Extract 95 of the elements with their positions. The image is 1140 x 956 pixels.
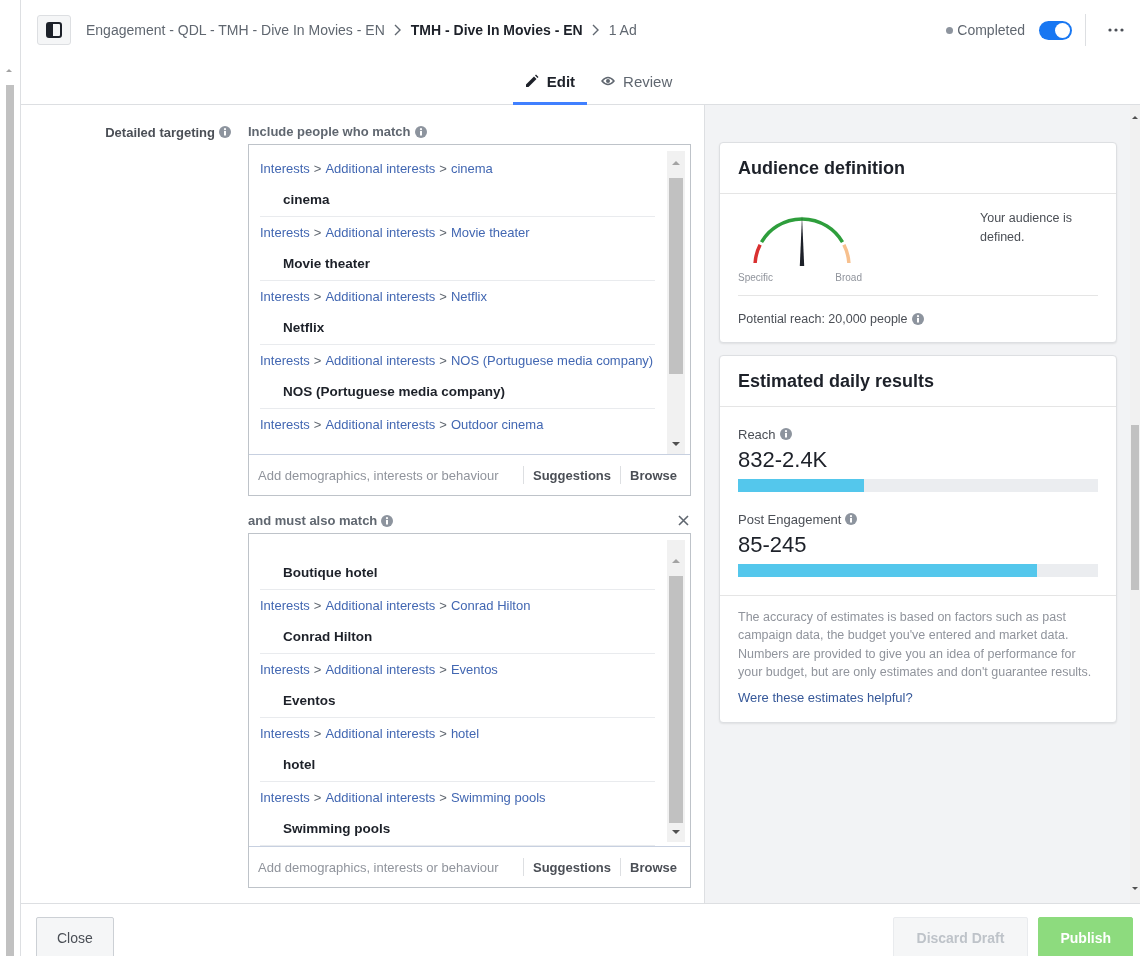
category-link[interactable]: Interests — [260, 598, 310, 613]
potential-reach: Potential reach: 20,000 people — [738, 312, 908, 326]
interest-name: hotel — [283, 757, 316, 772]
category-link[interactable]: Conrad Hilton — [450, 598, 531, 613]
category-link[interactable]: Additional interests — [325, 353, 436, 368]
info-icon — [381, 514, 394, 527]
path-separator: > — [313, 161, 322, 176]
category-link[interactable]: Interests — [260, 353, 310, 368]
path-separator: > — [313, 417, 322, 432]
path-separator: > — [313, 289, 322, 304]
pencil-icon — [524, 74, 539, 88]
category-link[interactable]: Additional interests — [325, 790, 436, 805]
category-link[interactable]: Additional interests — [325, 289, 436, 304]
gauge-label: Broad — [835, 272, 862, 283]
path-separator: > — [439, 417, 447, 432]
interest-name: Eventos — [283, 693, 336, 708]
interest-name: Swimming pools — [283, 821, 391, 836]
category-link[interactable]: Interests — [260, 417, 310, 432]
action-link[interactable]: Suggestions — [533, 467, 611, 483]
gauge-label: Specific — [738, 272, 773, 283]
category-link[interactable]: hotel — [450, 726, 480, 741]
category-link[interactable]: Swimming pools — [450, 790, 546, 805]
sidebar-icon — [46, 22, 62, 38]
path-separator: > — [313, 790, 322, 805]
eye-icon — [601, 75, 616, 87]
section-heading: Include people who match — [248, 124, 411, 139]
action-link[interactable]: Browse — [630, 467, 677, 483]
category-link[interactable]: Additional interests — [325, 662, 436, 677]
metric-value: 85-245 — [738, 532, 808, 558]
category-link[interactable]: Movie theater — [450, 225, 530, 240]
category-link[interactable]: Outdoor cinema — [450, 417, 544, 432]
action-link[interactable]: Suggestions — [533, 859, 611, 875]
path-separator: > — [313, 353, 322, 368]
audience-message: Your audience is defined. — [980, 210, 1073, 246]
close-button[interactable]: Close — [36, 917, 114, 956]
interest-name: Movie theater — [283, 256, 371, 271]
path-separator: > — [439, 726, 447, 741]
more-icon — [1108, 28, 1124, 32]
info-icon — [219, 126, 231, 138]
path-separator: > — [313, 598, 322, 613]
toggle-switch[interactable] — [1039, 20, 1072, 40]
category-link[interactable]: Interests — [260, 726, 310, 741]
info-icon — [414, 125, 427, 138]
path-separator: > — [439, 225, 447, 240]
path-separator: > — [313, 225, 322, 240]
interest-name: Boutique hotel — [283, 565, 378, 580]
category-link[interactable]: Interests — [260, 662, 310, 677]
path-separator: > — [439, 790, 447, 805]
category-link[interactable]: Netflix — [450, 289, 487, 304]
interest-name: Netflix — [283, 320, 325, 335]
category-link[interactable]: Interests — [260, 289, 310, 304]
category-link[interactable]: NOS (Portuguese media company) — [450, 353, 654, 368]
chevron-icon — [393, 24, 402, 36]
interest-name: Conrad Hilton — [283, 629, 373, 644]
breadcrumb-link[interactable]: Engagement - QDL - TMH - Dive In Movies - EN — [86, 22, 385, 38]
category-link[interactable]: Eventos — [450, 662, 498, 677]
feedback-link[interactable]: Were these estimates helpful? — [738, 690, 913, 706]
info-icon — [845, 513, 858, 525]
action-link[interactable]: Browse — [630, 859, 677, 875]
field-label: Detailed targeting — [105, 124, 215, 140]
path-separator: > — [439, 161, 447, 176]
path-separator: > — [439, 289, 447, 304]
card-title: Audience definition — [720, 143, 1116, 194]
tab[interactable]: Review — [589, 60, 685, 105]
breadcrumb-link[interactable]: TMH - Dive In Movies - EN — [410, 22, 583, 38]
category-link[interactable]: Additional interests — [325, 726, 436, 741]
metric-label: Reach — [738, 426, 776, 442]
info-icon — [779, 428, 792, 440]
card-title: Estimated daily results — [720, 356, 1116, 407]
chevron-icon — [591, 24, 600, 36]
metric-value: 832-2.4K — [738, 447, 829, 473]
interest-name: cinema — [283, 192, 330, 207]
category-link[interactable]: Additional interests — [325, 225, 436, 240]
path-separator: > — [313, 726, 322, 741]
interest-name: NOS (Portuguese media company) — [283, 384, 506, 399]
category-link[interactable]: Additional interests — [325, 598, 436, 613]
category-link[interactable]: Interests — [260, 225, 310, 240]
category-link[interactable]: Interests — [260, 790, 310, 805]
path-separator: > — [439, 662, 447, 677]
category-link[interactable]: cinema — [450, 161, 493, 176]
metric-label: Post Engagement — [738, 511, 842, 527]
category-link[interactable]: Additional interests — [325, 417, 436, 432]
sidebar-toggle-button[interactable] — [37, 15, 71, 45]
more-button[interactable] — [1108, 28, 1124, 32]
category-link[interactable]: Additional interests — [325, 161, 436, 176]
breadcrumb-link[interactable]: 1 Ad — [608, 22, 637, 38]
category-link[interactable]: Interests — [260, 161, 310, 176]
status-label: Completed — [957, 22, 1025, 38]
close-icon[interactable] — [678, 515, 689, 526]
info-icon — [911, 313, 924, 325]
disclaimer-text: The accuracy of estimates is based on factors such as past campaign data, the budget you've entered and market data. Numbers are provided to give you an idea of performance for your budget, but are only estimates and don't guarantee results. — [738, 609, 1093, 681]
path-separator: > — [313, 662, 322, 677]
section-heading: and must also match — [248, 513, 378, 528]
path-separator: > — [439, 353, 447, 368]
path-separator: > — [439, 598, 447, 613]
